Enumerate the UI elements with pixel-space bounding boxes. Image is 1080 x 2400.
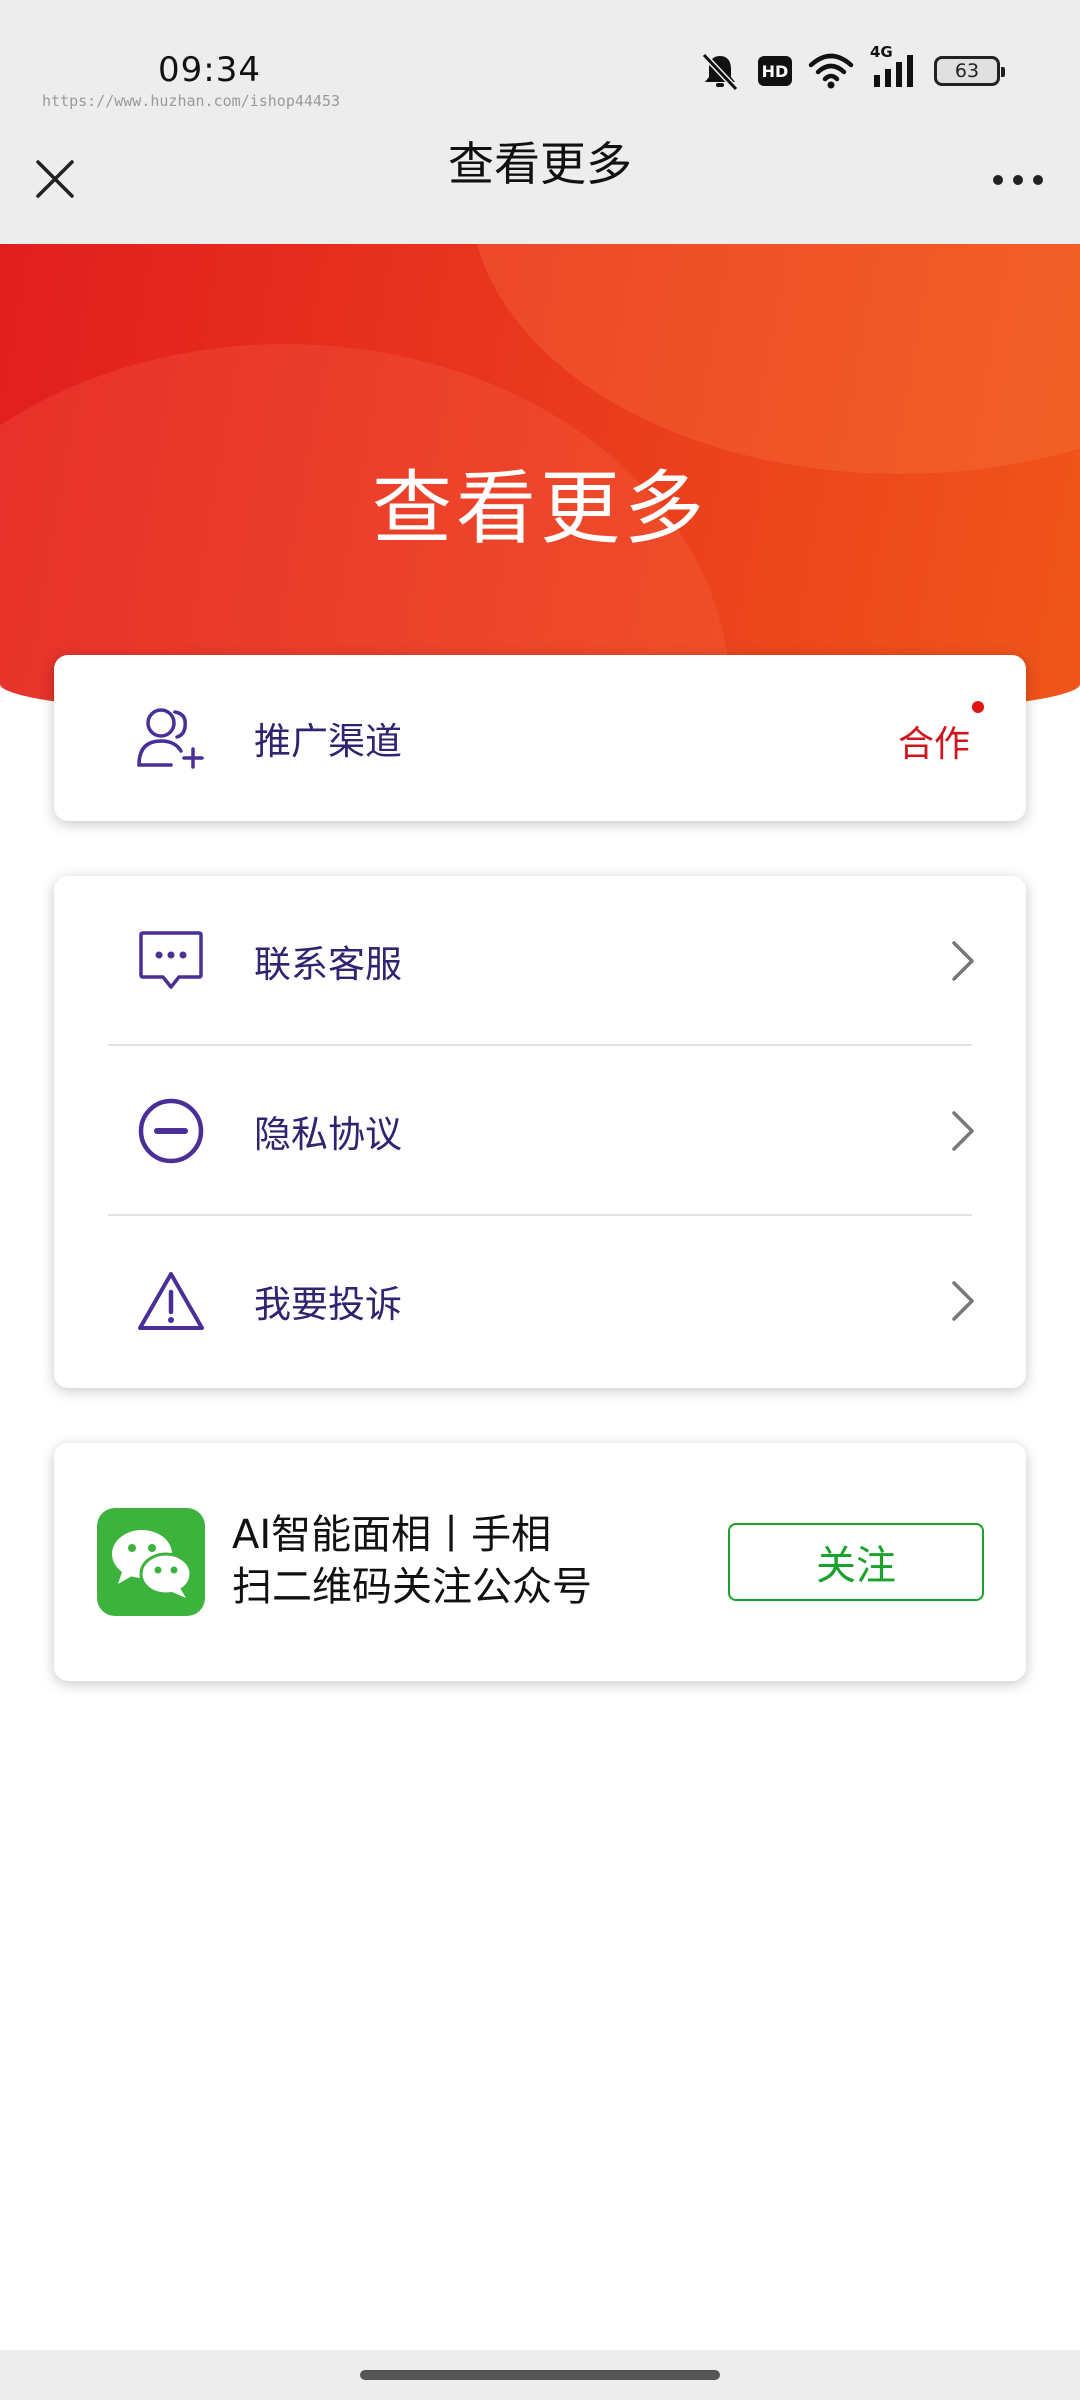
menu-item-privacy-policy[interactable]: 隐私协议 <box>54 1046 1026 1216</box>
network-type-label: 4G <box>870 43 893 61</box>
more-options-button[interactable] <box>986 156 1050 204</box>
hero-title: 查看更多 <box>372 462 708 555</box>
follow-text: AI智能面相丨手相 扫二维码关注公众号 <box>232 1509 592 1613</box>
chevron-right-icon <box>952 1111 974 1151</box>
status-time: 09:34 <box>158 50 261 90</box>
promo-channel-row[interactable]: 推广渠道 合作 <box>54 655 1026 821</box>
follow-account-card: AI智能面相丨手相 扫二维码关注公众号 关注 <box>54 1443 1026 1681</box>
menu-card: 联系客服 隐私协议 我要投诉 <box>54 876 1026 1388</box>
menu-item-complaint[interactable]: 我要投诉 <box>54 1216 1026 1386</box>
warning-triangle-icon <box>132 1262 210 1340</box>
cooperation-tag[interactable]: 合作 <box>898 715 970 767</box>
mute-bell-icon <box>698 51 742 91</box>
battery-indicator: 63 <box>934 56 1005 86</box>
gesture-bar <box>0 2350 1080 2400</box>
notification-dot <box>972 701 984 713</box>
chevron-right-icon <box>952 941 974 981</box>
chevron-right-icon <box>952 1281 974 1321</box>
menu-item-label: 隐私协议 <box>254 1113 402 1156</box>
promo-card: 推广渠道 合作 <box>54 655 1026 821</box>
chat-bubble-icon <box>132 922 210 1000</box>
minus-circle-icon <box>132 1092 210 1170</box>
hd-badge: HD <box>758 56 792 86</box>
wechat-logo-icon <box>97 1508 205 1616</box>
more-dots-icon <box>993 175 1043 185</box>
follow-hint: 扫二维码关注公众号 <box>232 1564 592 1610</box>
menu-item-label: 我要投诉 <box>254 1283 402 1326</box>
url-watermark: https://www.huzhan.com/ishop44453 <box>42 92 341 110</box>
follow-button[interactable]: 关注 <box>728 1523 984 1601</box>
home-indicator[interactable] <box>360 2370 720 2380</box>
status-icons: HD 4G 63 <box>698 43 1005 92</box>
menu-item-label: 联系客服 <box>254 943 402 986</box>
wifi-icon <box>808 53 854 89</box>
cellular-signal-icon: 4G <box>870 43 918 89</box>
hero-banner: 查看更多 <box>0 244 1080 724</box>
top-area: 09:34 https://www.huzhan.com/ishop44453 … <box>0 0 1080 244</box>
menu-item-contact-service[interactable]: 联系客服 <box>54 876 1026 1046</box>
page-title: 查看更多 <box>448 137 632 191</box>
account-name: AI智能面相丨手相 <box>232 1512 552 1558</box>
promo-channel-label: 推广渠道 <box>254 720 402 763</box>
add-user-icon <box>132 699 210 777</box>
